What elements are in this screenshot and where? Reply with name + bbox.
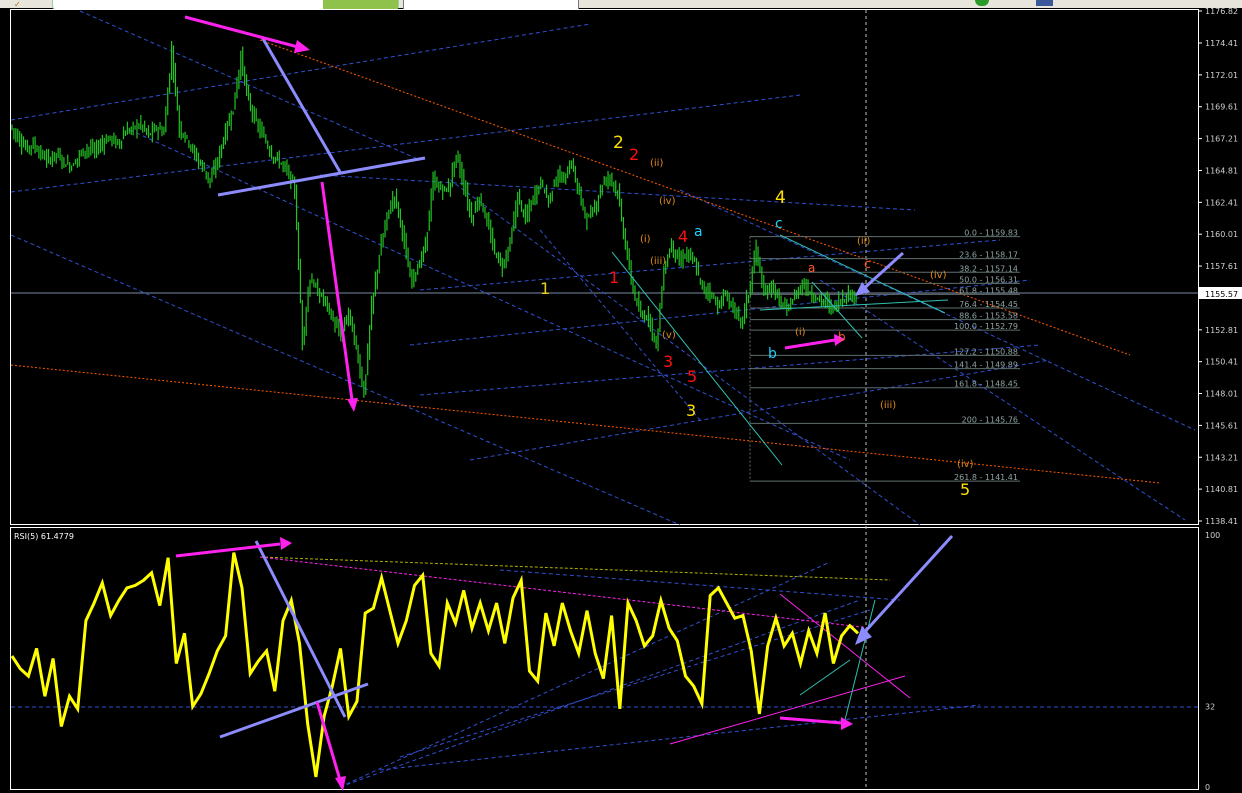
rsi-trendline: [379, 704, 981, 771]
wave-label: 4: [678, 227, 688, 246]
price-tick-label: 1162.41: [1205, 198, 1238, 207]
wave-label: (iv): [930, 270, 947, 281]
wave-label: b: [768, 346, 777, 362]
price-tick-label: 1160.01: [1205, 230, 1238, 239]
rsi-tick-label: 0: [1205, 783, 1210, 792]
wave-label: a: [808, 261, 815, 275]
wave-label: c: [864, 257, 871, 271]
wave-label: (iii): [880, 400, 896, 411]
channel-line: [129, 129, 851, 461]
channel-line: [469, 359, 1051, 461]
wave-label: 3: [686, 401, 696, 420]
chart-canvas[interactable]: 0.0 - 1159.83 23.6 - 1158.17 38.2 - 1157.1…: [0, 0, 1242, 793]
fib-level-label: 76.4 - 1154.45: [959, 300, 1018, 309]
wave-label: 5: [687, 367, 697, 386]
wave-label: 2: [629, 145, 639, 164]
rsi-magenta-arrowhead: [280, 537, 292, 550]
price-tick-label: 1148.01: [1205, 390, 1238, 399]
magenta-arrow: [320, 181, 354, 401]
price-tick-label: 1145.61: [1205, 421, 1238, 430]
price-tick-label: 1169.61: [1205, 103, 1238, 112]
price-tick-label: 1172.01: [1205, 71, 1238, 80]
fib-level-label: 200 - 1145.76: [962, 415, 1018, 424]
magenta-arrowhead: [347, 398, 358, 412]
wave-label: c: [775, 216, 783, 232]
fib-level-label: 127.2 - 1150.88: [954, 347, 1018, 356]
channel-line: [539, 229, 701, 421]
wave-label: 5: [960, 480, 970, 499]
wave-label: 1: [540, 279, 550, 298]
rsi-trendline: [499, 569, 901, 601]
fib-level-label: 88.6 - 1153.58: [959, 312, 1018, 321]
price-panel-frame: [10, 9, 1199, 525]
wave-label: (ii): [650, 158, 663, 169]
cyan-line: [611, 251, 783, 466]
channel-line: [409, 279, 1031, 346]
wave-label: b: [838, 330, 846, 344]
wave-label: (i): [795, 327, 806, 338]
rsi-magenta-arrowhead: [335, 776, 346, 791]
rsi-lavender-line: [219, 682, 369, 739]
magenta-arrow: [784, 338, 836, 350]
fib-level-label: 61.8 - 1155.48: [959, 286, 1018, 295]
price-tick-label: 1157.61: [1205, 262, 1238, 271]
rsi-cyan-line: [799, 659, 851, 696]
price-axis: 1176.82 1174.41 1172.01 1169.61 1167.21 1164.…: [1198, 7, 1238, 526]
price-tick-label: 1176.82: [1205, 7, 1238, 16]
wave-label: 1: [609, 268, 619, 287]
wave-label: (iv): [659, 196, 676, 207]
current-price-value: 1155.57: [1205, 290, 1238, 299]
price-tick-label: 1140.81: [1205, 485, 1238, 494]
price-tick-label: 1152.81: [1205, 326, 1238, 335]
price-tick-label: 1164.81: [1205, 166, 1238, 175]
wave-label: 4: [775, 188, 786, 208]
rsi-trendline: [339, 599, 861, 788]
lavender-line: [260, 36, 342, 173]
wave-labels: 1 2 3 4 5 1 2 3 4 5 a b c a b c: [540, 133, 970, 499]
wave-label: 2: [613, 133, 624, 153]
lavender-line: [217, 156, 426, 197]
rsi-lavender-arrow: [860, 534, 954, 637]
channel-line: [10, 94, 801, 193]
wave-label: (ii): [857, 236, 870, 247]
wave-label: (v): [662, 330, 676, 341]
rsi-resistance-lines: [259, 556, 911, 745]
wave-label: (iii): [650, 256, 666, 267]
rsi-label: RSI(5) 61.4779: [14, 532, 74, 541]
rsi-axis: 100 32 0: [1205, 531, 1220, 792]
rsi-magenta-arrow: [175, 542, 281, 558]
fib-level-label: 38.2 - 1157.14: [959, 264, 1018, 273]
wave-label: (iv): [957, 459, 974, 470]
rsi-tick-label: 100: [1205, 531, 1220, 540]
fib-level-label: 100.0 - 1152.79: [954, 322, 1018, 331]
magenta-arrowhead: [294, 40, 310, 53]
price-tick-label: 1174.41: [1205, 39, 1238, 48]
magenta-arrow: [184, 15, 299, 49]
wave-label: (i): [640, 234, 651, 245]
price-candles: [11, 41, 857, 398]
wave-label: a: [694, 224, 703, 240]
rsi-channel-line: [669, 675, 906, 745]
rsi-line: [10, 552, 860, 778]
fib-level-label: 23.6 - 1158.17: [959, 251, 1018, 260]
fib-level-label: 141.4 - 1149.89: [954, 361, 1018, 370]
fib-level-label: 50.0 - 1156.31: [959, 275, 1018, 284]
channel-line: [10, 234, 681, 526]
rsi-tick-label: 32: [1205, 702, 1215, 711]
wave-label: 3: [663, 352, 673, 371]
price-tick-label: 1150.41: [1205, 358, 1238, 367]
cyan-lines: [611, 234, 949, 466]
price-tick-label: 1138.41: [1205, 517, 1238, 526]
fib-level-label: 0.0 - 1159.83: [964, 229, 1018, 238]
rsi-trendline: [399, 609, 871, 758]
rsi-channel-line: [779, 593, 911, 699]
fib-level-label: 161.8 - 1148.45: [954, 380, 1018, 389]
price-tick-label: 1143.21: [1205, 453, 1238, 462]
rsi-trendlines: [339, 561, 981, 788]
price-tick-label: 1167.21: [1205, 135, 1238, 144]
rsi-lavender-line: [254, 540, 347, 718]
